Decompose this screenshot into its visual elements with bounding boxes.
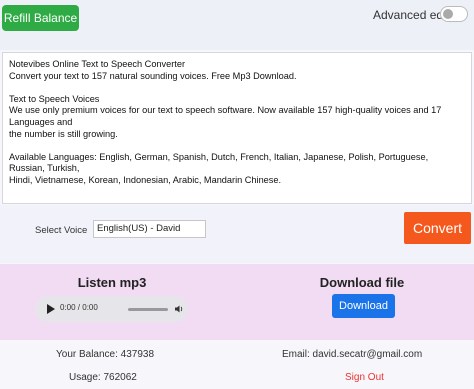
download-file-title: Download file [319, 275, 405, 290]
editor-line: Text to Speech Voices [9, 93, 100, 104]
audio-time: 0:00 / 0:00 [60, 303, 98, 312]
select-voice-label: Select Voice [35, 225, 88, 236]
play-icon[interactable] [47, 304, 55, 314]
volume-icon[interactable] [174, 304, 184, 314]
editor-line: We use only premium voices for our text … [9, 105, 442, 127]
voice-select[interactable]: English(US) - David [93, 220, 206, 238]
convert-button[interactable]: Convert [404, 212, 471, 244]
balance-text: Your Balance: 437938 [56, 349, 155, 360]
email-text: Email: david.secatr@gmail.com [282, 349, 423, 360]
editor-blank-line [9, 140, 465, 152]
audio-player[interactable]: 0:00 / 0:00 [35, 296, 188, 322]
editor-line: Hindi, Vietnamese, Korean, Indonesian, A… [9, 174, 282, 185]
download-button[interactable]: Download [332, 294, 395, 318]
editor-line: the number is still growing. [9, 128, 118, 139]
top-bar: Refill Balance Advanced editor [0, 0, 474, 50]
audio-progress-track[interactable] [128, 308, 168, 311]
editor-line: Notevibes Online Text to Speech Converte… [9, 59, 186, 69]
sign-out-link[interactable]: Sign Out [345, 372, 384, 383]
account-footer: Your Balance: 437938 Email: david.secatr… [0, 341, 474, 389]
text-input-area[interactable]: Notevibes Online Text to Speech Converte… [2, 52, 472, 204]
editor-blank-line [9, 82, 465, 94]
toggle-knob [443, 9, 453, 19]
editor-line: Available Languages: English, German, Sp… [9, 151, 429, 174]
voice-selection-row: Select Voice English(US) - David Convert [0, 205, 474, 263]
usage-text: Usage: 762062 [69, 372, 137, 383]
media-panel: Listen mp3 0:00 / 0:00 Download file Dow… [0, 264, 474, 340]
advanced-editor-toggle[interactable] [440, 6, 468, 22]
refill-balance-button[interactable]: Refill Balance [2, 5, 79, 31]
listen-mp3-title: Listen mp3 [77, 275, 147, 290]
editor-line: Convert your text to 157 natural soundin… [9, 70, 297, 81]
